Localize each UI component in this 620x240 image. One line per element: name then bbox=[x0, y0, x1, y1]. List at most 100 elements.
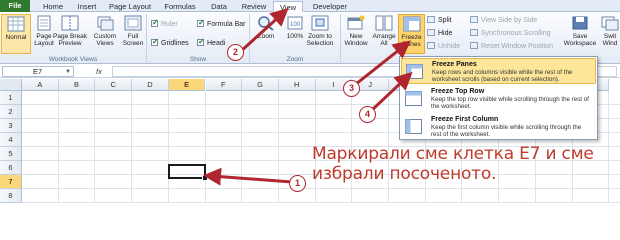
new-window-label-2: Window bbox=[344, 40, 368, 47]
step-marker-4: 4 bbox=[359, 106, 376, 123]
column-header-h[interactable]: H bbox=[278, 79, 316, 91]
row-header-6[interactable]: 6 bbox=[0, 161, 22, 175]
headings-label: Headi bbox=[207, 40, 226, 47]
save-workspace-button[interactable]: Save Workspace bbox=[562, 14, 598, 54]
new-window-icon bbox=[347, 15, 365, 30]
page-break-label-2: Preview bbox=[58, 40, 82, 47]
new-window-button[interactable]: New Window bbox=[342, 14, 370, 54]
annotation-caption: Маркирали сме клетка Е7 и сме избрали по… bbox=[312, 144, 612, 184]
tab-view[interactable]: View bbox=[273, 1, 303, 12]
page-break-icon bbox=[61, 15, 79, 31]
formula-bar-checkbox[interactable]: Formula Bar bbox=[197, 18, 246, 30]
group-separator bbox=[340, 14, 341, 62]
row-header-3[interactable]: 3 bbox=[0, 119, 22, 133]
switch-windows-icon bbox=[601, 16, 619, 31]
menu-item-freeze-top-row[interactable]: Freeze Top Row Keep the top row visible … bbox=[401, 86, 596, 112]
select-all-corner[interactable] bbox=[0, 79, 22, 91]
caption-line-2: избрали посоченото. bbox=[312, 164, 497, 184]
custom-views-button[interactable]: Custom Views bbox=[90, 14, 120, 54]
split-button[interactable]: Split bbox=[427, 16, 452, 26]
column-header-b[interactable]: B bbox=[58, 79, 96, 91]
save-workspace-label-1: Save bbox=[572, 33, 588, 40]
full-screen-label-1: Full bbox=[127, 33, 139, 40]
menu-item-freeze-first-column[interactable]: Freeze First Column Keep the first colum… bbox=[401, 114, 596, 140]
headings-checkbox[interactable]: Headi bbox=[197, 37, 226, 49]
tab-file[interactable]: File bbox=[0, 0, 30, 12]
tab-developer[interactable]: Developer bbox=[308, 1, 352, 12]
zoom-100-label: 100% bbox=[286, 33, 304, 40]
sync-scroll-icon bbox=[470, 29, 478, 36]
row-header-1[interactable]: 1 bbox=[0, 91, 22, 105]
tab-review[interactable]: Review bbox=[236, 1, 272, 12]
gridlines-label: Gridlines bbox=[161, 40, 189, 47]
page-layout-label-1: Page bbox=[36, 33, 52, 40]
freeze-top-row-icon bbox=[405, 91, 422, 106]
column-header-d[interactable]: D bbox=[132, 79, 169, 91]
full-screen-icon bbox=[124, 15, 142, 31]
column-header-a[interactable]: A bbox=[22, 79, 59, 91]
normal-view-label: Normal bbox=[5, 34, 27, 41]
ruler-checkbox[interactable]: Ruler bbox=[151, 18, 178, 30]
column-header-e[interactable]: E bbox=[168, 79, 206, 91]
name-box[interactable]: E7 ▼ bbox=[2, 66, 74, 77]
full-screen-button[interactable]: Full Screen bbox=[118, 14, 148, 54]
group-label-zoom: Zoom bbox=[286, 56, 304, 63]
hide-button[interactable]: Hide bbox=[427, 29, 452, 39]
row-header-4[interactable]: 4 bbox=[0, 133, 22, 147]
normal-view-button[interactable]: Normal bbox=[1, 14, 31, 54]
freeze-panes-label-1: Freeze bbox=[401, 34, 422, 41]
page-break-preview-button[interactable]: Page Break Preview bbox=[51, 14, 89, 54]
arrange-all-icon bbox=[375, 15, 393, 31]
menu-item-title: Freeze First Column bbox=[431, 116, 499, 123]
save-workspace-label-2: Workspace bbox=[563, 40, 597, 47]
synchronous-scrolling-button[interactable]: Synchronous Scrolling bbox=[470, 29, 551, 39]
step-marker-1: 1 bbox=[289, 175, 306, 192]
custom-views-label-2: Views bbox=[96, 40, 114, 47]
zoom-selection-label-2: Selection bbox=[306, 40, 334, 47]
grid-vertical-line bbox=[131, 91, 133, 203]
row-header-8[interactable]: 8 bbox=[0, 189, 22, 203]
zoom-to-selection-button[interactable]: Zoom to Selection bbox=[303, 14, 337, 54]
arrange-all-button[interactable]: Arrange All bbox=[369, 14, 399, 54]
freeze-panes-icon bbox=[403, 16, 420, 32]
row-header-2[interactable]: 2 bbox=[0, 105, 22, 119]
freeze-panes-button[interactable]: Freeze Panes bbox=[398, 14, 425, 54]
grid-vertical-line bbox=[94, 91, 96, 203]
tab-page-layout[interactable]: Page Layout bbox=[104, 1, 156, 12]
switch-windows-label-1: Swit bbox=[603, 33, 617, 40]
zoom-selection-icon bbox=[311, 15, 329, 31]
hide-icon bbox=[427, 29, 435, 36]
unhide-button[interactable]: Unhide bbox=[427, 42, 460, 52]
tab-data[interactable]: Data bbox=[204, 1, 234, 12]
view-side-label: View Side by Side bbox=[481, 17, 538, 24]
fx-icon[interactable]: fx bbox=[96, 66, 102, 77]
tab-insert[interactable]: Insert bbox=[72, 1, 102, 12]
zoom-button[interactable]: Zoom bbox=[251, 14, 281, 54]
selected-cell-e7[interactable] bbox=[168, 164, 208, 181]
row-header-5[interactable]: 5 bbox=[0, 147, 22, 161]
tab-home[interactable]: Home bbox=[36, 1, 70, 12]
grid-horizontal-line bbox=[22, 202, 620, 203]
reset-position-label: Reset Window Position bbox=[481, 43, 553, 50]
reset-window-position-button[interactable]: Reset Window Position bbox=[470, 42, 553, 52]
column-header-c[interactable]: C bbox=[95, 79, 133, 91]
switch-windows-label-2: Wind bbox=[602, 40, 618, 47]
tab-formulas[interactable]: Formulas bbox=[158, 1, 202, 12]
switch-windows-button[interactable]: Swit Wind bbox=[600, 14, 620, 54]
ruler-label: Ruler bbox=[161, 21, 178, 28]
grid-vertical-line bbox=[167, 91, 169, 203]
gridlines-checkbox[interactable]: Gridlines bbox=[151, 37, 189, 49]
chevron-down-icon[interactable]: ▼ bbox=[65, 67, 71, 77]
formula-bar-label: Formula Bar bbox=[207, 21, 246, 28]
menu-item-desc: Keep the top row visible while scrolling… bbox=[431, 96, 589, 110]
caption-line-1: Маркирали сме клетка Е7 и сме bbox=[312, 144, 594, 164]
gridlines-check-icon bbox=[151, 37, 159, 47]
step-marker-2: 2 bbox=[227, 44, 244, 61]
split-icon bbox=[427, 16, 435, 23]
column-header-g[interactable]: G bbox=[242, 79, 279, 91]
view-side-by-side-button[interactable]: View Side by Side bbox=[470, 16, 537, 26]
menu-item-freeze-panes[interactable]: Freeze Panes Keep rows and columns visib… bbox=[401, 58, 596, 84]
row-header-7[interactable]: 7 bbox=[0, 175, 22, 189]
name-box-value: E7 bbox=[33, 67, 43, 76]
column-header-f[interactable]: F bbox=[205, 79, 243, 91]
